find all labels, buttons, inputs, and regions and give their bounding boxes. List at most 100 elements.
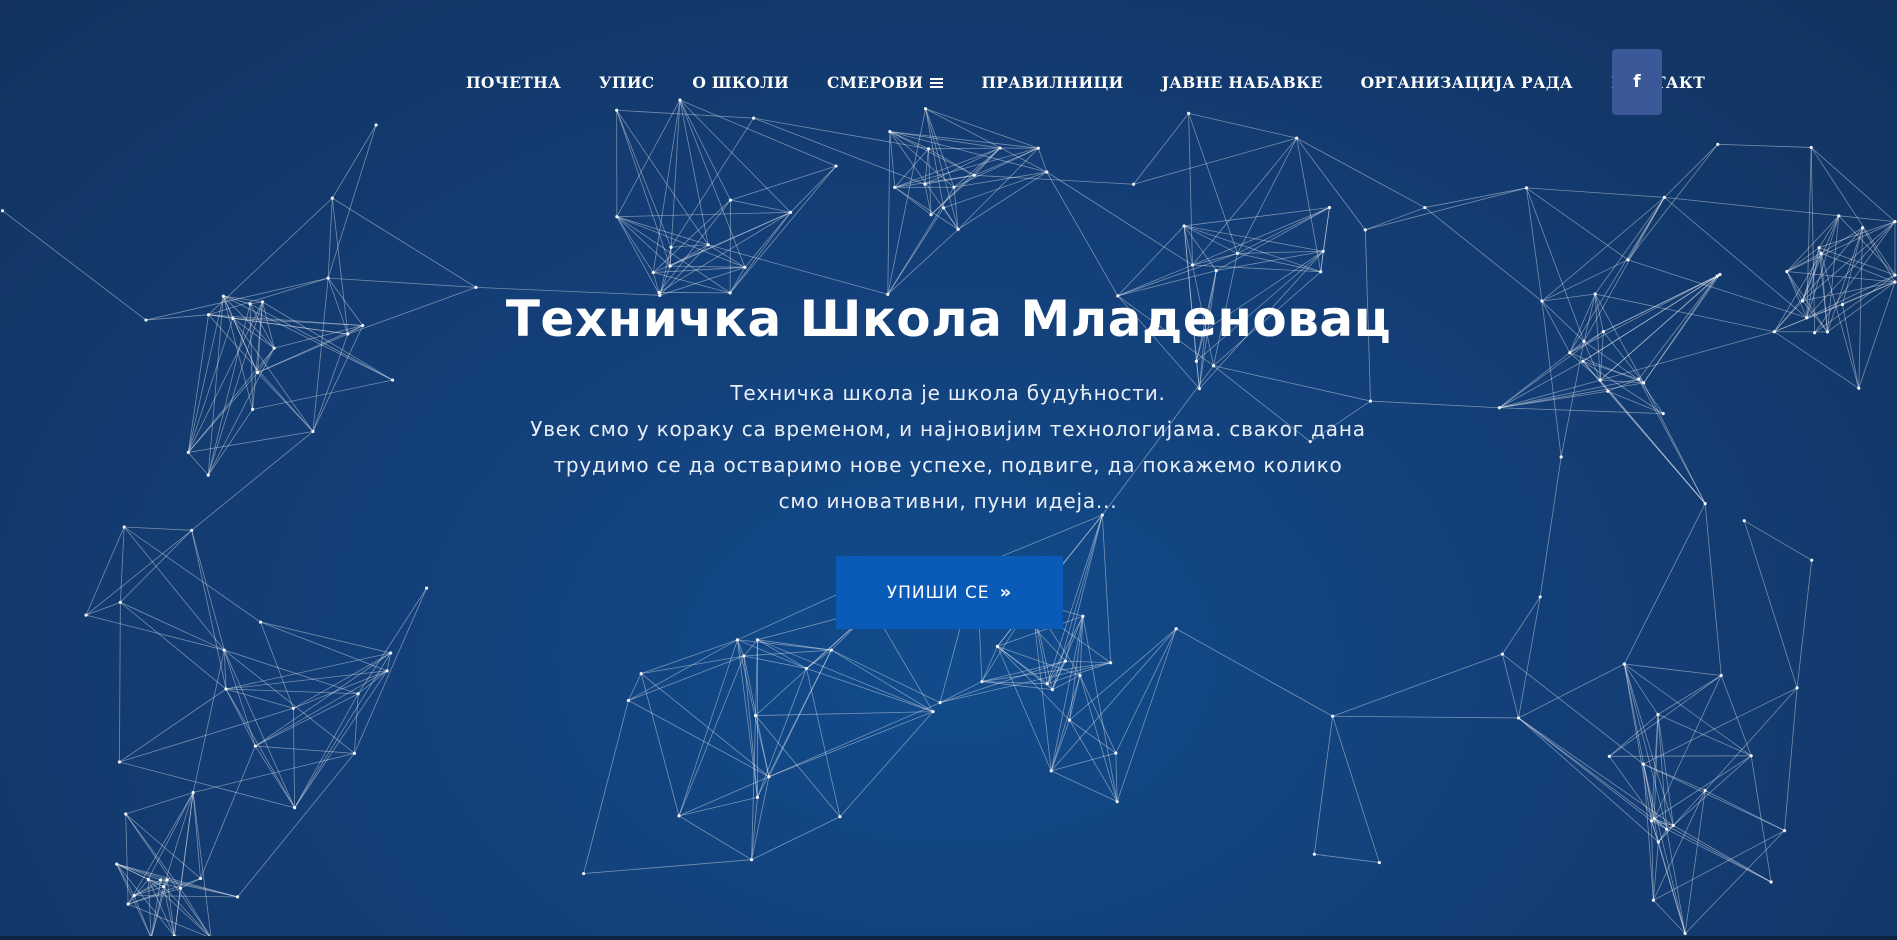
network-link	[1046, 171, 1193, 266]
network-link	[1237, 137, 1298, 254]
network-node	[1819, 251, 1823, 255]
network-link	[85, 529, 192, 616]
network-link	[755, 711, 934, 716]
page-bottom-edge	[0, 936, 1897, 940]
nav-item-pocetna[interactable]: ПОЧЕТНА	[447, 73, 580, 92]
network-node	[255, 371, 260, 375]
network-node	[1500, 652, 1504, 656]
network-link	[831, 649, 934, 712]
network-link	[1818, 247, 1896, 276]
network-link	[85, 526, 125, 616]
network-link	[1184, 225, 1324, 252]
network-link	[357, 587, 427, 694]
network-link	[1069, 719, 1117, 754]
network-link	[1627, 144, 1719, 261]
network-link	[1237, 207, 1330, 254]
network-node	[1377, 860, 1381, 865]
network-link	[1296, 137, 1366, 231]
network-node	[1622, 662, 1626, 666]
network-link	[1609, 675, 1722, 757]
network-link	[124, 526, 192, 531]
network-link	[737, 639, 832, 651]
network-link	[743, 655, 807, 669]
nav-item-javne-nabavke[interactable]: ЈАВНЕ НАБАВКЕ	[1143, 73, 1342, 92]
facebook-button[interactable]: f	[1612, 49, 1662, 115]
network-node	[931, 710, 935, 714]
network-node	[126, 902, 130, 906]
network-node	[838, 815, 842, 819]
network-link	[163, 792, 194, 887]
network-node	[1893, 273, 1897, 277]
network-link	[616, 99, 681, 217]
network-link	[207, 409, 253, 476]
network-node	[1749, 754, 1753, 758]
network-node	[626, 698, 631, 703]
network-node	[767, 775, 771, 779]
network-node	[1857, 386, 1861, 390]
network-node	[186, 450, 190, 455]
network-node	[235, 895, 240, 899]
network-link	[744, 212, 791, 268]
network-node	[118, 600, 122, 604]
network-node	[1715, 274, 1719, 278]
double-chevron-right-icon: »	[999, 582, 1013, 603]
nav-item-smerovi[interactable]: СМЕРОВИ	[808, 73, 962, 92]
nav-item-upis[interactable]: УПИС	[580, 73, 673, 92]
network-link	[1623, 503, 1706, 665]
network-node	[995, 644, 999, 648]
network-link	[707, 244, 746, 268]
network-link	[1365, 187, 1527, 231]
network-node	[1194, 359, 1198, 363]
network-link	[1116, 628, 1177, 802]
network-link	[187, 452, 209, 476]
network-link	[1786, 221, 1896, 272]
network-node	[1050, 688, 1054, 692]
network-node	[668, 264, 672, 268]
nav-item-o-skoli[interactable]: О ШКОЛИ	[673, 73, 808, 92]
network-node	[158, 878, 163, 882]
network-link	[887, 229, 959, 295]
nav-item-pravilnici[interactable]: ПРАВИЛНИЦИ	[962, 73, 1142, 92]
network-node	[1656, 712, 1660, 717]
network-node	[1190, 263, 1195, 267]
network-node	[582, 871, 586, 876]
network-node	[1049, 769, 1053, 773]
network-node	[385, 669, 389, 673]
network-node	[677, 814, 681, 818]
network-link	[678, 815, 752, 861]
network-node	[888, 130, 892, 134]
network-link	[1046, 171, 1119, 297]
network-node	[132, 894, 136, 898]
network-link	[328, 277, 477, 288]
network-link	[1784, 687, 1798, 831]
network-link	[127, 903, 212, 939]
network-node	[1516, 716, 1521, 720]
network-node	[1045, 682, 1049, 686]
network-link	[1332, 653, 1503, 717]
network-node	[735, 638, 740, 642]
network-link	[1365, 207, 1426, 231]
network-link	[1424, 207, 1543, 302]
network-node	[122, 525, 126, 529]
network-link	[192, 649, 225, 793]
network-link	[616, 211, 791, 218]
network-link	[894, 187, 932, 216]
network-link	[640, 673, 680, 817]
network-link	[1541, 197, 1665, 302]
network-node	[1581, 359, 1585, 363]
network-link	[133, 895, 152, 939]
enroll-button-label: УПИШИ СЕ	[886, 582, 990, 603]
network-node	[198, 876, 203, 881]
nav-item-organizacija-rada[interactable]: ОРГАНИЗАЦИЈА РАДА	[1342, 73, 1592, 92]
network-node	[0, 209, 5, 213]
network-link	[751, 816, 841, 861]
hero-line: Техничка школа је школа будућности.	[730, 381, 1166, 405]
network-link	[737, 639, 758, 798]
enroll-button[interactable]: УПИШИ СЕ »	[836, 556, 1063, 629]
network-link	[670, 117, 754, 248]
network-link	[1594, 197, 1665, 295]
network-link	[1051, 752, 1116, 772]
network-link	[237, 753, 355, 898]
network-node	[755, 795, 760, 799]
network-node	[829, 648, 833, 652]
